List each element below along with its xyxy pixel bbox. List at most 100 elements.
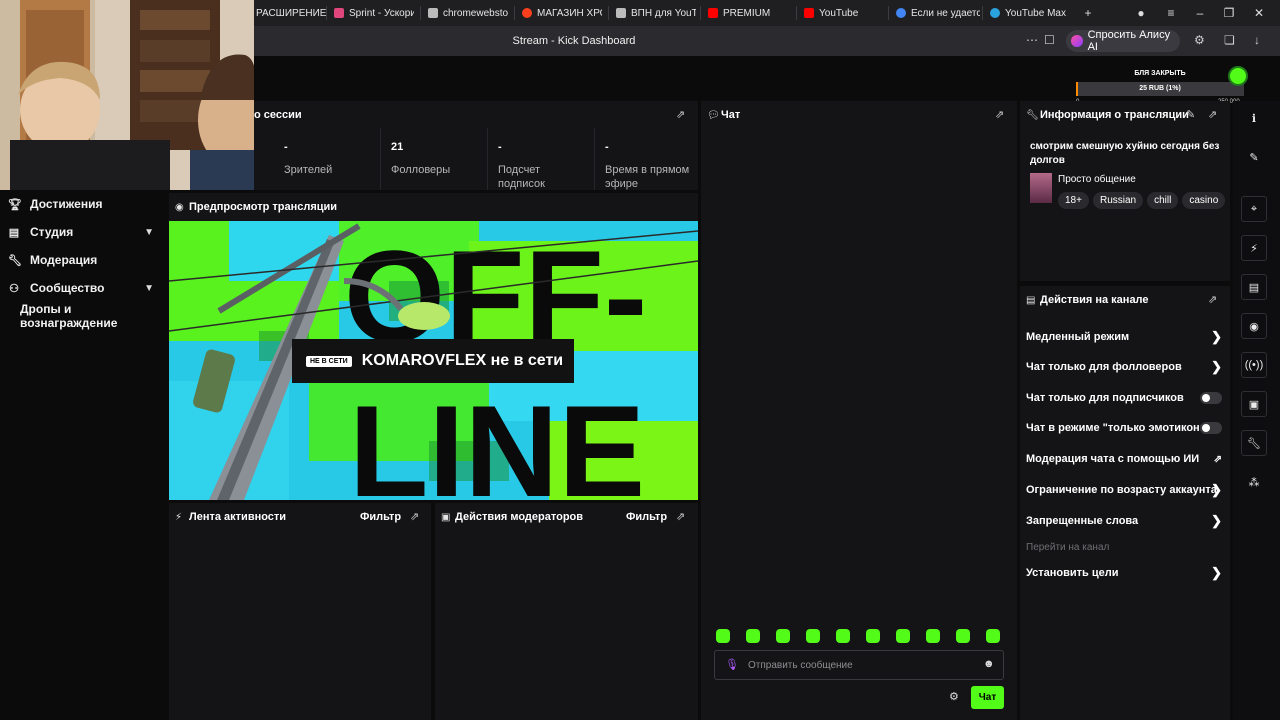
expand-icon[interactable]: ⇗ <box>676 510 685 523</box>
tag[interactable]: chill <box>1147 192 1179 209</box>
mod-filter-button[interactable]: Фильтр <box>626 511 667 523</box>
sidebar-item-moderation[interactable]: 🔧︎ Модерация <box>0 247 168 273</box>
subscribers-only-toggle[interactable] <box>1200 392 1222 404</box>
channel-actions-panel: ▤ Действия на канале ⇗ <box>1020 286 1230 720</box>
ask-alice-button[interactable]: Спросить Алису AI <box>1066 29 1180 53</box>
stat-viewers-label: Зрителей <box>284 164 333 176</box>
sidebar-item-drops[interactable]: Дропы и вознаграждение <box>0 302 168 330</box>
slow-mode-action[interactable]: Медленный режим ❯ <box>1026 327 1224 347</box>
emote-icon[interactable] <box>716 629 730 643</box>
emote-icon[interactable] <box>776 629 790 643</box>
telegram-icon <box>990 8 1000 18</box>
offline-badge: НЕ В СЕТИ KOMAROVFLEX не в сети <box>292 339 574 383</box>
expand-icon[interactable]: ⇗ <box>1208 293 1217 306</box>
profile-icon[interactable]: ● <box>1128 0 1154 26</box>
goal-progress-bar: 25 RUB (1%) <box>1076 82 1244 96</box>
close-button[interactable]: ✕ <box>1246 0 1272 26</box>
stat-followers-value: 21 <box>391 141 404 153</box>
avatar[interactable] <box>1228 66 1248 86</box>
expand-icon[interactable]: ⇗ <box>410 510 419 523</box>
wrench-icon[interactable]: 🔧︎ <box>1241 430 1267 456</box>
layout-icon[interactable]: ▣ <box>1241 391 1267 417</box>
emote-icon[interactable] <box>926 629 940 643</box>
restore-button[interactable]: ❐ <box>1216 0 1242 26</box>
new-tab-button[interactable]: + <box>1075 0 1101 26</box>
tab-label: chromewebstor <box>443 7 508 19</box>
activity-filter-button[interactable]: Фильтр <box>360 511 401 523</box>
browser-tab[interactable]: МАГАЗИН ХРО <box>522 0 602 26</box>
stat-followers-label: Фолловеры <box>391 164 451 176</box>
divider <box>380 128 381 190</box>
browser-tab[interactable]: YouTube <box>804 0 888 26</box>
chat-bubble-icon[interactable]: ◉ <box>1241 313 1267 339</box>
preview-title: Предпросмотр трансляции <box>189 201 338 213</box>
tab-label: YouTube <box>819 7 859 19</box>
tag[interactable]: 18+ <box>1058 192 1089 209</box>
sidebar-item-studio[interactable]: ▤ Студия ▼ <box>0 219 168 245</box>
followers-only-action[interactable]: Чат только для фолловеров ❯ <box>1026 357 1224 377</box>
browser-tab[interactable]: chromewebstor <box>428 0 508 26</box>
browser-tab[interactable]: PREMIUM <box>708 0 794 26</box>
emote-icon[interactable] <box>986 629 1000 643</box>
sidebar-item-community[interactable]: ⚇ Сообщество ▼ <box>0 275 168 301</box>
set-goals-action[interactable]: Установить цели ❯ <box>1026 563 1224 583</box>
bookmark-icon[interactable]: ☐ <box>1044 33 1055 47</box>
browser-tab[interactable]: YouTube Max - <box>990 0 1068 26</box>
pencil-icon[interactable]: ✎ <box>1241 144 1267 170</box>
microphone-icon[interactable]: 🎙︎ <box>725 658 739 671</box>
chevron-right-icon: ❯ <box>1211 329 1222 344</box>
expand-icon[interactable]: ⇗ <box>1208 108 1217 121</box>
scan-icon[interactable]: ⌖ <box>1241 196 1267 222</box>
mod-actions-title: Действия модераторов <box>455 511 584 523</box>
emoji-icon[interactable]: ☻ <box>983 658 995 670</box>
menu-icon[interactable]: ≡ <box>1158 0 1184 26</box>
go-to-channel-link[interactable]: Перейти на канал <box>1026 537 1224 557</box>
expand-icon[interactable]: ⇗ <box>995 108 1004 121</box>
minimize-button[interactable]: – <box>1187 0 1213 26</box>
info-icon[interactable]: ℹ <box>1241 105 1267 131</box>
emote-icon[interactable] <box>806 629 820 643</box>
action-label: Модерация чата с помощью ИИ <box>1026 453 1200 465</box>
browser-tab[interactable]: Если не удаетс <box>896 0 980 26</box>
action-label: Запрещенные слова <box>1026 515 1139 527</box>
sidebar-item-label: Студия <box>30 225 74 239</box>
more-icon[interactable]: ⋯ <box>1026 33 1038 47</box>
banned-words-action[interactable]: Запрещенные слова ❯ <box>1026 511 1224 531</box>
chat-panel: 💬︎ Чат ⇗ <box>701 101 1017 720</box>
sidebar-item-achievements[interactable]: 🏆︎ Достижения <box>0 191 168 217</box>
ai-moderation-action[interactable]: Модерация чата с помощью ИИ ⇗ <box>1026 449 1224 469</box>
extensions-icon[interactable]: ⚙ <box>1194 33 1205 47</box>
lightning-icon[interactable]: ⚡︎ <box>1241 235 1267 261</box>
emote-icon[interactable] <box>746 629 760 643</box>
note-icon[interactable]: ▤ <box>1241 274 1267 300</box>
tag[interactable]: Russian <box>1092 192 1144 209</box>
browser-tab[interactable]: Sprint - Ускори <box>334 0 414 26</box>
share-icon[interactable]: ⁂ <box>1241 469 1267 495</box>
google-icon <box>896 8 906 18</box>
emote-icon[interactable] <box>896 629 910 643</box>
collections-icon[interactable]: ❏ <box>1224 33 1235 47</box>
session-panel: о сессии ⇗ - Зрителей 21 Фолловеры - Под… <box>254 101 698 190</box>
pencil-icon[interactable]: ✎ <box>1186 108 1195 121</box>
emote-only-toggle[interactable] <box>1200 422 1222 434</box>
expand-icon[interactable]: ⇗ <box>676 108 685 121</box>
emote-icon[interactable] <box>956 629 970 643</box>
browser-tab[interactable]: РАСШИРЕНИЕ <box>256 0 326 26</box>
send-chat-button[interactable]: Чат <box>971 686 1004 709</box>
download-icon[interactable]: ↓ <box>1254 33 1260 47</box>
divider <box>594 128 595 190</box>
browser-tab[interactable]: ВПН для YouTu <box>616 0 696 26</box>
tab-separator <box>700 6 701 20</box>
chevron-right-icon: ❯ <box>1211 482 1222 497</box>
settings-icon[interactable]: ⚙ <box>949 690 959 703</box>
broadcast-icon[interactable]: ((•)) <box>1241 352 1267 378</box>
emote-icon[interactable] <box>866 629 880 643</box>
stream-info-panel: 🔧︎ Информация о трансляции ✎ ⇗ смотрим с… <box>1020 101 1230 281</box>
chat-input[interactable]: 🎙︎ Отправить сообщение ☻ <box>714 650 1004 680</box>
emote-icon[interactable] <box>836 629 850 643</box>
account-age-action[interactable]: Ограничение по возрасту аккаунта ❯ <box>1026 480 1224 500</box>
tag[interactable]: casino <box>1182 192 1226 209</box>
stat-airtime-value: - <box>605 141 609 153</box>
tab-separator <box>420 6 421 20</box>
chevron-down-icon: ▼ <box>144 226 154 238</box>
